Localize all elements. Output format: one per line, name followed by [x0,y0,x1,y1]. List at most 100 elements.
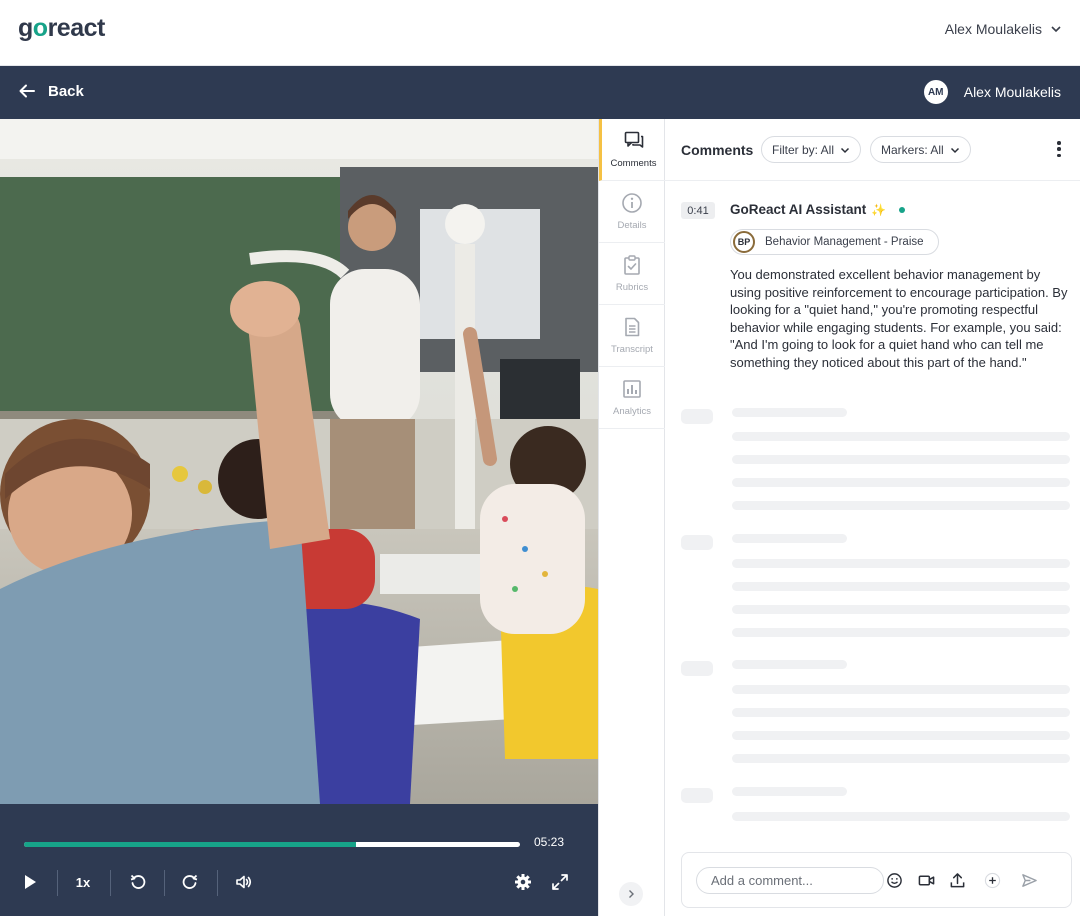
author-name: GoReact AI Assistant [730,202,867,217]
classroom-video-image [0,119,598,804]
more-options-icon[interactable] [1054,139,1064,159]
send-icon [1021,873,1037,887]
marker-badge: BP [733,231,755,253]
status-dot [899,206,906,213]
logo-text-pre: g [18,14,33,42]
chevron-right-icon [629,890,634,898]
user-menu-name: Alex Moulakelis [944,21,1042,37]
comment-input[interactable] [696,867,884,894]
rewind-icon [130,874,146,889]
play-icon [25,875,36,889]
tab-rubrics[interactable]: Rubrics [599,243,665,305]
skeleton [732,408,847,417]
skeleton [681,788,713,803]
skeleton [732,685,1070,694]
volume-icon [236,875,252,889]
playback-speed-button[interactable]: 1x [67,862,99,902]
upload-button[interactable] [946,869,968,891]
record-video-button[interactable] [915,869,937,891]
back-button[interactable]: Back [18,82,84,100]
send-button[interactable] [1018,869,1040,891]
markers-dropdown[interactable]: Markers: All [870,136,971,163]
play-button[interactable] [14,862,46,902]
tab-label: Analytics [612,406,651,417]
nav-user[interactable]: AM Alex Moulakelis [923,80,1061,104]
plus-circle-icon [984,872,1000,888]
skeleton [732,432,1070,441]
skeleton [732,605,1070,614]
video-duration: 05:23 [534,835,565,849]
divider [110,870,111,896]
skeleton [732,501,1070,510]
skeleton [681,409,713,424]
volume-button[interactable] [228,862,260,902]
tab-comments[interactable]: Comments [599,119,665,181]
tab-label: Comments [610,158,657,169]
top-bar: goreact Alex Moulakelis [0,0,1080,66]
forward-icon [182,874,198,889]
transcript-document-icon [625,317,640,337]
back-label: Back [48,82,84,100]
markers-label: Markers: All [881,142,944,157]
arrow-left-icon [19,84,35,98]
tab-label: Transcript [611,344,653,355]
add-button[interactable] [981,869,1003,891]
panel-title: Comments [681,142,754,158]
fullscreen-button[interactable] [544,862,576,902]
settings-button[interactable] [507,862,539,902]
video-frame[interactable] [0,119,598,804]
skeleton [732,534,847,543]
tab-label: Details [617,220,647,231]
skeleton [732,812,1070,821]
tab-transcript[interactable]: Transcript [599,305,665,367]
skeleton [732,582,1070,591]
divider [217,870,218,896]
tab-details[interactable]: Details [599,181,665,243]
marker-label: Behavior Management - Praise [765,236,924,248]
expand-icon [552,874,568,890]
divider [57,870,58,896]
filter-dropdown[interactable]: Filter by: All [761,136,862,163]
skeleton [732,754,1070,763]
skeleton [732,455,1070,464]
skeleton [732,787,847,796]
skeleton [732,628,1070,637]
rewind-button[interactable] [122,862,154,902]
comment-body: You demonstrated excellent behavior mana… [730,267,1068,370]
comments-icon [624,131,643,148]
skeleton [732,559,1070,568]
comments-panel: Comments Filter by: All Markers: All 0:4… [665,119,1080,916]
skeleton [732,731,1070,740]
logo-text-post: react [47,14,106,42]
player-controls: 05:23 1x [0,804,598,916]
comments-header: Comments Filter by: All Markers: All [665,119,1080,181]
forward-button[interactable] [174,862,206,902]
skeleton [732,478,1070,487]
comment-author: GoReact AI Assistant ✨ [730,202,906,217]
goreact-logo[interactable]: goreact [18,14,105,43]
sparkle-icon: ✨ [871,202,887,217]
tab-analytics[interactable]: Analytics [599,367,665,429]
chevron-down-icon [1051,26,1061,33]
controls-row: 1x [0,862,598,902]
collapse-panel-button[interactable] [619,882,643,906]
chevron-down-icon [950,147,959,153]
logo-text-accent: o [32,14,48,42]
progress-bar[interactable] [24,842,520,847]
nav-user-name: Alex Moulakelis [963,84,1061,100]
skeleton [732,708,1070,717]
skeleton [681,535,713,550]
user-menu[interactable]: Alex Moulakelis [945,21,1062,37]
comment-timestamp[interactable]: 0:41 [681,202,715,219]
comment-composer [681,852,1072,908]
emoji-button[interactable] [883,869,905,891]
rubric-clipboard-icon [624,255,640,275]
info-icon [622,193,642,213]
nav-bar: Back AM Alex Moulakelis [0,66,1080,119]
video-camera-icon [918,874,934,886]
filter-label: Filter by: All [772,142,835,157]
upload-icon [950,872,964,887]
marker-tag[interactable]: BP Behavior Management - Praise [730,229,939,255]
chevron-down-icon [840,147,850,153]
progress-fill [24,842,357,847]
